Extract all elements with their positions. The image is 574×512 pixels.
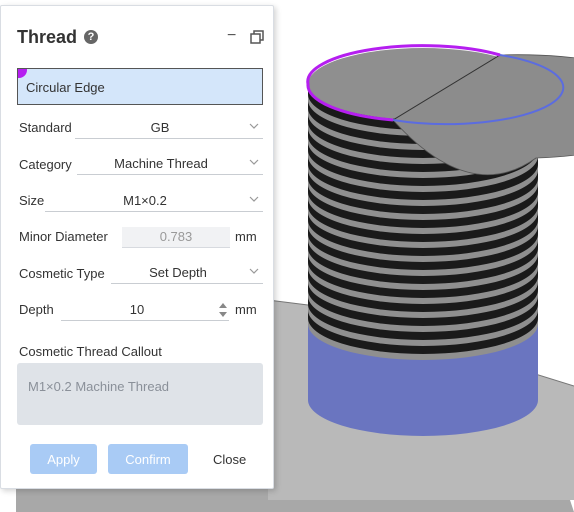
chevron-down-icon: [249, 268, 259, 274]
chevron-down-icon: [249, 196, 259, 202]
depth-input[interactable]: 10: [61, 300, 229, 321]
chevron-down-icon: [249, 159, 259, 165]
cosmetic-type-label: Cosmetic Type: [19, 266, 105, 281]
depth-value: 10: [129, 302, 145, 317]
category-dropdown[interactable]: Machine Thread: [77, 154, 263, 175]
selection-field[interactable]: Circular Edge: [17, 68, 263, 105]
category-label: Category: [19, 157, 72, 172]
panel-header: Thread ?: [17, 25, 99, 49]
panel-title: Thread: [17, 26, 78, 47]
size-value: M1×0.2: [123, 193, 167, 208]
spinner-icon[interactable]: [218, 300, 228, 320]
restore-icon[interactable]: [250, 30, 264, 44]
thread-panel: Thread ? − Circular Edge Standard GB Cat…: [0, 5, 274, 489]
close-button[interactable]: Close: [213, 452, 246, 467]
callout-text: M1×0.2 Machine Thread: [28, 379, 170, 394]
cosmetic-type-dropdown[interactable]: Set Depth: [111, 263, 263, 284]
callout-textarea[interactable]: M1×0.2 Machine Thread: [17, 363, 263, 425]
minor-diameter-unit: mm: [235, 229, 257, 244]
minimize-icon[interactable]: −: [227, 28, 236, 44]
depth-unit: mm: [235, 302, 257, 317]
standard-label: Standard: [19, 120, 72, 135]
size-label: Size: [19, 193, 45, 208]
standard-value: GB: [150, 120, 170, 135]
selection-marker: [18, 69, 27, 78]
depth-label: Depth: [19, 302, 54, 317]
size-dropdown[interactable]: M1×0.2: [45, 191, 263, 212]
standard-dropdown[interactable]: GB: [75, 118, 263, 139]
help-icon[interactable]: ?: [84, 30, 99, 44]
minor-diameter-field: 0.783: [122, 227, 230, 248]
category-value: Machine Thread: [114, 156, 208, 171]
callout-label: Cosmetic Thread Callout: [19, 344, 162, 359]
chevron-down-icon: [249, 123, 259, 129]
selection-value: Circular Edge: [26, 80, 105, 95]
minor-diameter-label: Minor Diameter: [19, 229, 108, 244]
confirm-button[interactable]: Confirm: [108, 444, 188, 474]
cosmetic-type-value: Set Depth: [149, 265, 207, 280]
apply-button[interactable]: Apply: [30, 444, 97, 474]
minor-diameter-value: 0.783: [159, 229, 193, 244]
